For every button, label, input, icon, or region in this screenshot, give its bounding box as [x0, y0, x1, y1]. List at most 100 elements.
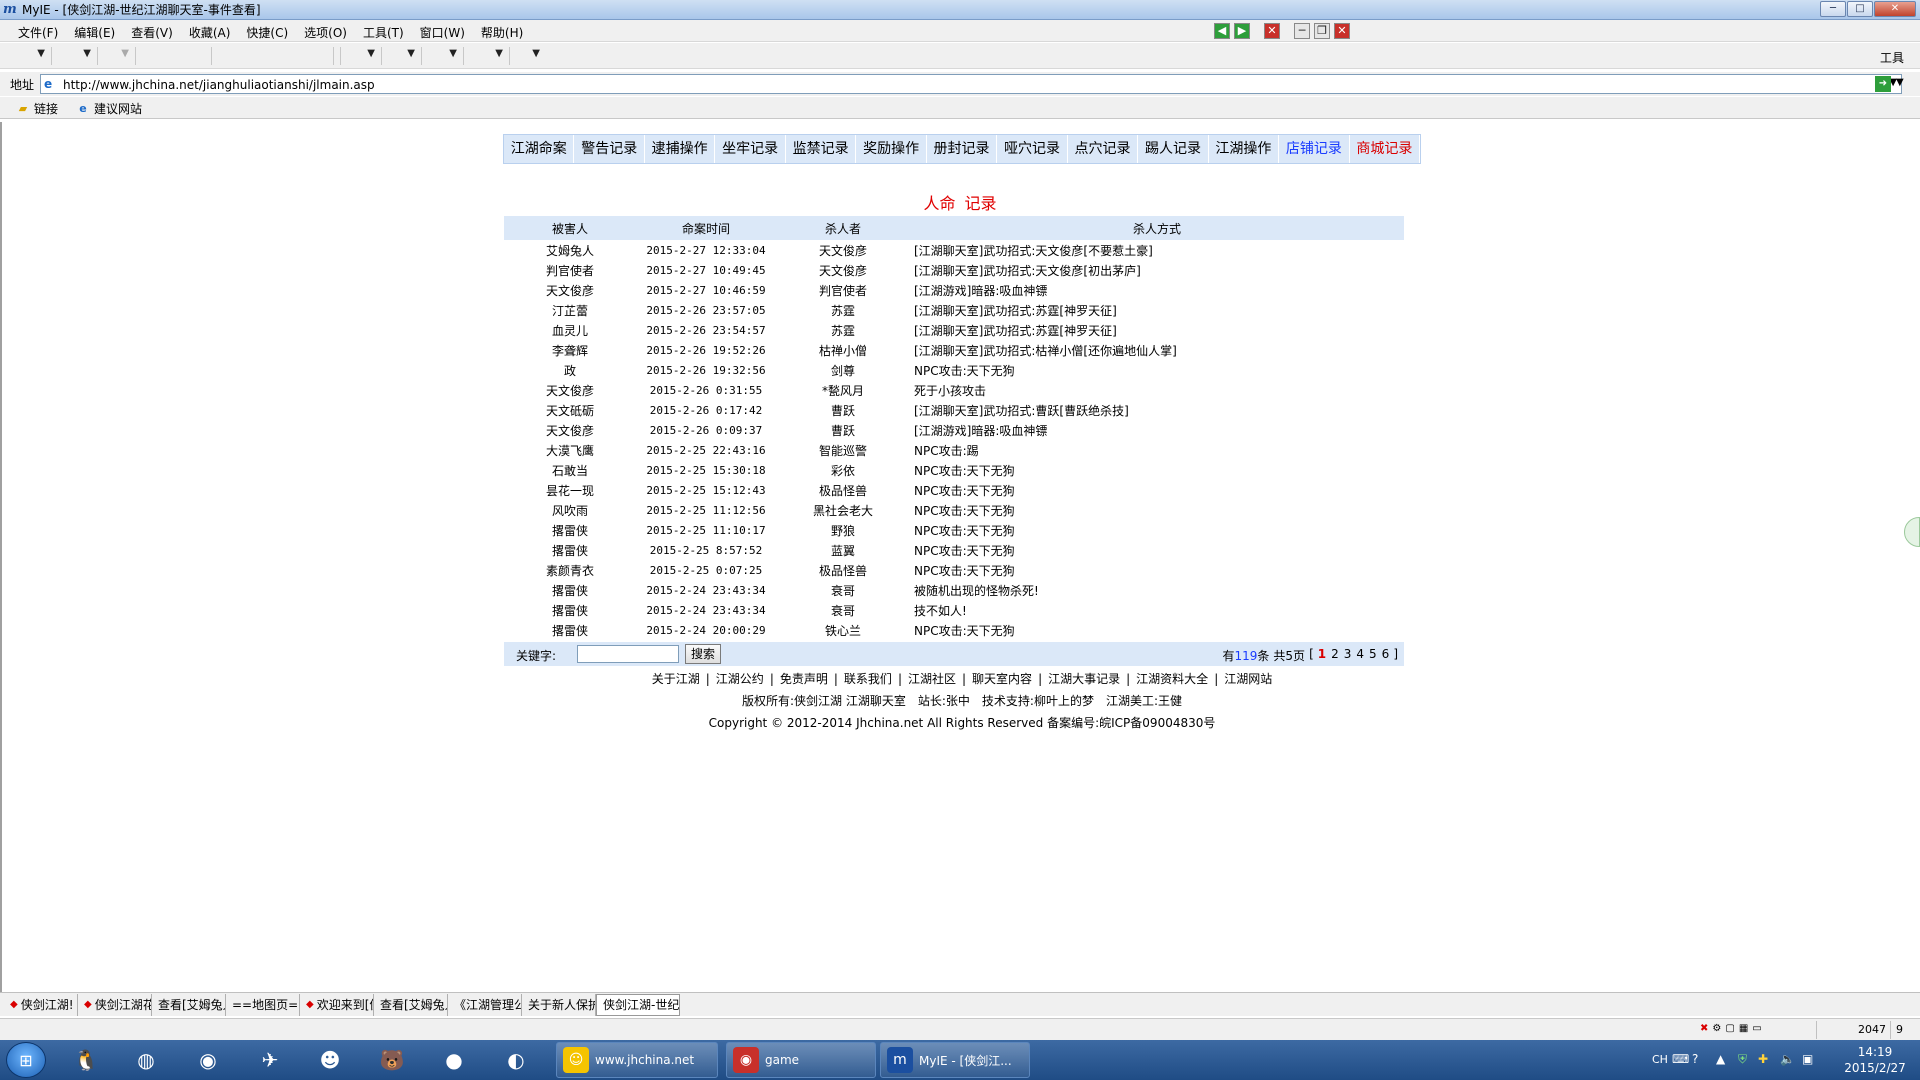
toolbar-combo-5[interactable]: ▼	[384, 47, 422, 65]
volume-icon[interactable]: 🔈	[1780, 1052, 1795, 1066]
toolbar-combo-6[interactable]: ▼	[424, 47, 464, 65]
footer-link[interactable]: 联系我们	[844, 672, 892, 686]
qq-penguin-icon[interactable]: 🐧	[66, 1044, 106, 1076]
search-button[interactable]: 搜索	[685, 644, 721, 664]
nav-tab-4[interactable]: 坐牢记录	[715, 135, 786, 163]
nav-tab-13[interactable]: 商城记录	[1350, 135, 1421, 163]
nav-tab-10[interactable]: 踢人记录	[1138, 135, 1209, 163]
taskbar-task[interactable]: ☺ www.jhchina.net	[556, 1042, 718, 1078]
footer-link[interactable]: 江湖资料大全	[1136, 672, 1208, 686]
network-icon[interactable]: ▣	[1802, 1052, 1813, 1066]
globe-icon[interactable]: ◍	[126, 1044, 166, 1076]
show-hidden-icons[interactable]: ▲	[1716, 1052, 1725, 1066]
menu-item-2[interactable]: 编辑(E)	[74, 24, 115, 41]
maximize-button[interactable]: □	[1847, 1, 1873, 17]
toolbar-field-2[interactable]	[214, 47, 334, 65]
footer-link[interactable]: 关于江湖	[652, 672, 700, 686]
taskbar-task[interactable]: ◉ game	[726, 1042, 876, 1078]
go-dropdown-icon[interactable]: ▼	[1896, 77, 1904, 88]
nav-tab-2[interactable]: 警告记录	[574, 135, 645, 163]
toolbar-combo-1[interactable]: ▼	[4, 47, 52, 65]
address-input[interactable]: e http://www.jhchina.net/jianghuliaotian…	[40, 74, 1902, 94]
page-link-4[interactable]: 4	[1356, 647, 1364, 664]
qq-group-icon[interactable]: ☻	[310, 1044, 350, 1076]
go-arrow-icon[interactable]: ➜	[1875, 76, 1891, 92]
address-url[interactable]: http://www.jhchina.net/jianghuliaotiansh…	[63, 78, 375, 92]
keyword-input[interactable]	[577, 645, 679, 663]
menu-item-7[interactable]: 工具(T)	[363, 24, 404, 41]
nav-tab-5[interactable]: 监禁记录	[786, 135, 857, 163]
close-window-icon[interactable]: ✕	[1334, 23, 1350, 39]
nav-tab-8[interactable]: 哑穴记录	[997, 135, 1068, 163]
bird-icon[interactable]: ✈	[250, 1044, 290, 1076]
minimize-button[interactable]: ─	[1820, 1, 1846, 17]
start-button[interactable]: ⊞	[6, 1042, 46, 1078]
menu-item-1[interactable]: 文件(F)	[18, 24, 58, 41]
melon-icon[interactable]: ◐	[496, 1044, 536, 1076]
footer-link[interactable]: 免责声明	[780, 672, 828, 686]
taskbar-task[interactable]: m MyIE - [侠剑江...	[880, 1042, 1030, 1078]
page-link-1[interactable]: 1	[1318, 647, 1326, 664]
links-suggested-sites[interactable]: e 建议网站	[76, 100, 142, 117]
page-link-6[interactable]: 6	[1382, 647, 1390, 664]
footer-link[interactable]: 江湖社区	[908, 672, 956, 686]
grid-icon[interactable]: ▦	[1739, 1023, 1748, 1034]
browser-tab[interactable]: 查看[艾姆兔人	[152, 994, 226, 1016]
keyboard-icon[interactable]: ⌨	[1672, 1052, 1689, 1066]
browser-tab[interactable]: ==地图页==(	[226, 994, 300, 1016]
menu-item-4[interactable]: 收藏(A)	[189, 24, 231, 41]
toolbar-combo-3[interactable]: ▼	[100, 47, 136, 65]
block-icon[interactable]: ✖	[1700, 1023, 1708, 1034]
nav-tab-11[interactable]: 江湖操作	[1209, 135, 1280, 163]
menu-item-3[interactable]: 查看(V)	[131, 24, 173, 41]
page-icon[interactable]: ▢	[1725, 1023, 1734, 1034]
chrome-icon[interactable]: ◉	[188, 1044, 228, 1076]
side-panel-grip[interactable]	[1904, 517, 1920, 547]
tools-label[interactable]: 工具	[1880, 49, 1904, 66]
browser-tab[interactable]: 《江湖管理公	[448, 994, 522, 1016]
menu-item-8[interactable]: 窗口(W)	[420, 24, 465, 41]
browser-tab[interactable]: ◆ 侠剑江湖!	[4, 994, 78, 1016]
security-plus-icon[interactable]: ✚	[1758, 1052, 1768, 1066]
nav-tab-3[interactable]: 逮捕操作	[645, 135, 716, 163]
back-arrow-icon[interactable]: ◀	[1214, 23, 1230, 39]
links-folder[interactable]: ▰ 链接	[16, 100, 58, 117]
toolbar-combo-7[interactable]: ▼	[466, 47, 510, 65]
toolbar-combo-4[interactable]: ▼	[340, 47, 382, 65]
browser-tab[interactable]: 侠剑江湖-世纪	[596, 994, 680, 1016]
close-tab-icon[interactable]: ✕	[1264, 23, 1280, 39]
footer-link[interactable]: 江湖大事记录	[1048, 672, 1120, 686]
menu-item-5[interactable]: 快捷(C)	[246, 24, 288, 41]
page-link-5[interactable]: 5	[1369, 647, 1377, 664]
page-link-3[interactable]: 3	[1344, 647, 1352, 664]
toolbar-combo-2[interactable]: ▼	[54, 47, 98, 65]
toolbar-combo-8[interactable]: ▼	[512, 47, 546, 65]
browser-tab[interactable]: 关于新人保护	[522, 994, 596, 1016]
close-button[interactable]: ✕	[1874, 1, 1916, 17]
browser-tab[interactable]: ◆欢迎来到[侠	[300, 994, 374, 1016]
settings-icon[interactable]: ⚙	[1712, 1023, 1721, 1034]
clock[interactable]: 14:19 2015/2/27	[1840, 1044, 1910, 1076]
nav-tab-12[interactable]: 店铺记录	[1279, 135, 1350, 163]
page-link-2[interactable]: 2	[1331, 647, 1339, 664]
nav-tab-9[interactable]: 点穴记录	[1068, 135, 1139, 163]
forward-arrow-icon[interactable]: ▶	[1234, 23, 1250, 39]
nav-tab-7[interactable]: 册封记录	[927, 135, 998, 163]
menu-item-9[interactable]: 帮助(H)	[481, 24, 523, 41]
window-icon[interactable]: ▭	[1752, 1023, 1761, 1034]
help-icon[interactable]: ?	[1692, 1052, 1698, 1066]
toolbar-field-1[interactable]	[138, 47, 212, 65]
browser-tab[interactable]: ◆侠剑江湖花[	[78, 994, 152, 1016]
menu-item-6[interactable]: 选项(O)	[304, 24, 347, 41]
restore-tab-icon[interactable]: ❐	[1314, 23, 1330, 39]
nav-tab-1[interactable]: 江湖命案	[504, 135, 575, 163]
minimize-tab-icon[interactable]: ─	[1294, 23, 1310, 39]
bear-icon[interactable]: 🐻	[372, 1044, 412, 1076]
browser-tab[interactable]: 查看[艾姆兔人	[374, 994, 448, 1016]
nav-tab-6[interactable]: 奖励操作	[856, 135, 927, 163]
ball-icon[interactable]: ●	[434, 1044, 474, 1076]
footer-link[interactable]: 江湖网站	[1224, 672, 1272, 686]
footer-link[interactable]: 江湖公约	[716, 672, 764, 686]
footer-link[interactable]: 聊天室内容	[972, 672, 1032, 686]
shield-icon[interactable]: ⛨	[1738, 1052, 1747, 1067]
